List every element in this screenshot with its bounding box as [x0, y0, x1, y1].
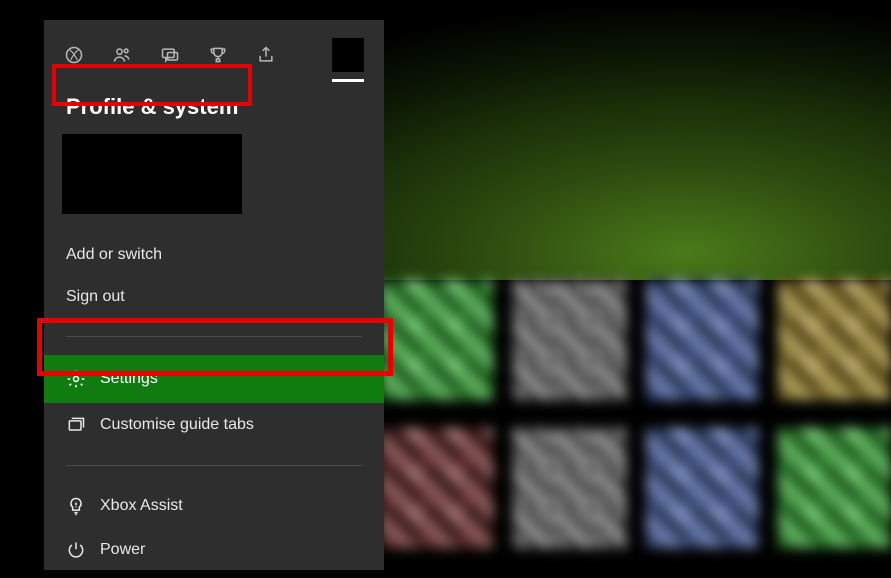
xbox-icon[interactable]	[64, 45, 84, 65]
share-icon[interactable]	[256, 45, 276, 65]
profile-avatar[interactable]	[62, 134, 242, 214]
help-menu: Xbox Assist Power	[44, 478, 384, 578]
chat-icon[interactable]	[160, 45, 180, 65]
menu-separator	[66, 336, 362, 337]
add-or-switch-item[interactable]: Add or switch	[62, 234, 366, 276]
panel-title-wrap: Profile & system	[58, 90, 370, 124]
game-tile[interactable]	[646, 428, 759, 548]
game-tile[interactable]	[380, 280, 493, 400]
menu-label: Power	[100, 541, 145, 559]
people-icon[interactable]	[112, 45, 132, 65]
profile-tab[interactable]	[332, 38, 364, 72]
game-tiles-grid	[380, 280, 891, 575]
background-wave	[380, 0, 891, 280]
guide-panel: Profile & system Add or switch Sign out …	[44, 20, 384, 570]
game-tile[interactable]	[380, 428, 493, 548]
game-tile[interactable]	[646, 280, 759, 400]
customise-guide-tabs-item[interactable]: Customise guide tabs	[62, 403, 366, 447]
system-menu: Settings Customise guide tabs	[44, 349, 384, 453]
settings-item[interactable]: Settings	[44, 355, 384, 403]
menu-label: Sign out	[66, 288, 125, 306]
lightbulb-icon	[66, 496, 86, 516]
panel-title: Profile & system	[66, 94, 362, 120]
gear-icon	[66, 369, 86, 389]
guide-tab-row	[44, 20, 384, 82]
menu-label: Add or switch	[66, 246, 162, 264]
game-tile[interactable]	[778, 280, 891, 400]
account-menu: Add or switch Sign out	[44, 228, 384, 324]
tabs-icon	[66, 415, 86, 435]
active-tab-underline	[332, 79, 364, 82]
trophy-icon[interactable]	[208, 45, 228, 65]
sign-out-item[interactable]: Sign out	[62, 276, 366, 318]
power-item[interactable]: Power	[62, 528, 366, 572]
game-tile[interactable]	[513, 428, 626, 548]
game-tile[interactable]	[513, 280, 626, 400]
menu-separator	[66, 465, 362, 466]
power-icon	[66, 540, 86, 560]
xbox-assist-item[interactable]: Xbox Assist	[62, 484, 366, 528]
menu-label: Settings	[100, 370, 158, 388]
game-tile[interactable]	[778, 428, 891, 548]
menu-label: Xbox Assist	[100, 497, 183, 515]
menu-label: Customise guide tabs	[100, 416, 254, 434]
